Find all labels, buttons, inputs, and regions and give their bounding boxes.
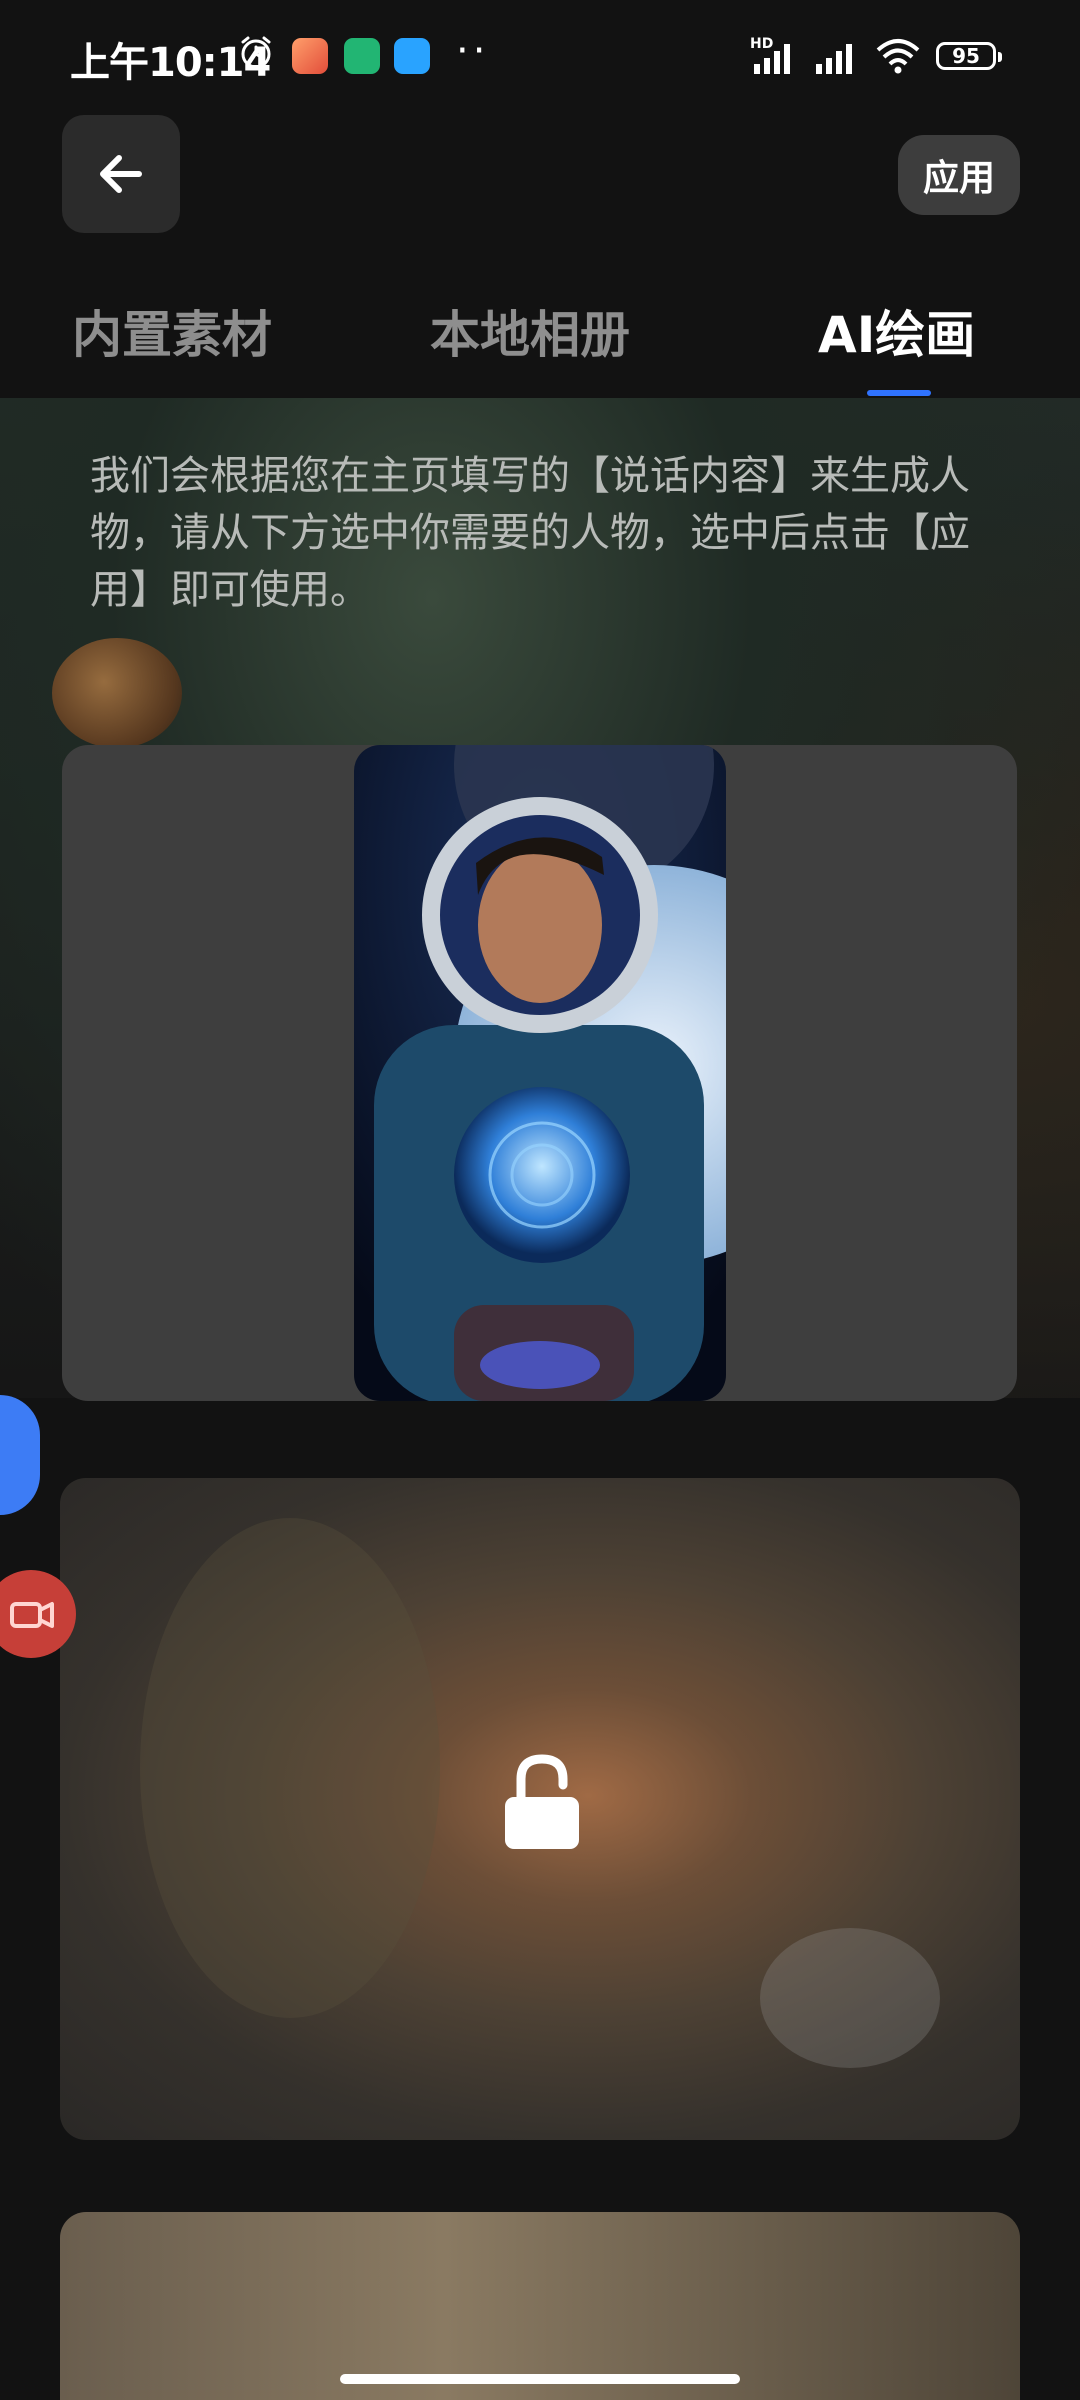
status-bar: 上午10:14 ·· HD 95 [0,0,1080,110]
app-notification-icon [292,38,328,74]
character-card-1[interactable] [62,745,1017,1401]
signal-hd-icon [754,44,790,74]
tab-indicator [867,390,931,396]
back-button[interactable] [62,115,180,233]
signal-icon [816,44,852,74]
apply-button[interactable]: 应用 [898,135,1020,215]
wifi-icon [876,39,920,74]
battery-icon: 95 [936,42,1002,70]
shield-icon [344,38,380,74]
character-card-3[interactable] [60,2212,1020,2400]
tab-ai-painting[interactable]: AI绘画 [818,295,975,367]
message-icon [394,38,430,74]
character-card-locked[interactable] [60,1478,1020,2140]
astronaut-portrait-image [354,745,726,1401]
description-text: 我们会根据您在主页填写的【说话内容】来生成人物，请从下方选中你需要的人物，选中后… [90,453,970,613]
arrow-left-icon [100,155,142,193]
assist-float-button[interactable] [0,1395,40,1515]
blurred-preview [140,1518,440,2018]
background-planet [52,638,182,748]
tab-local-album[interactable]: 本地相册 [430,295,630,367]
camera-icon [10,1602,54,1628]
more-dots-icon: ·· [456,28,490,74]
home-indicator[interactable] [340,2374,740,2384]
alarm-icon [241,36,271,69]
blurred-preview-highlight [760,1928,940,2068]
tab-builtin-materials[interactable]: 内置素材 [72,295,272,367]
lock-open-icon [505,1754,579,1849]
